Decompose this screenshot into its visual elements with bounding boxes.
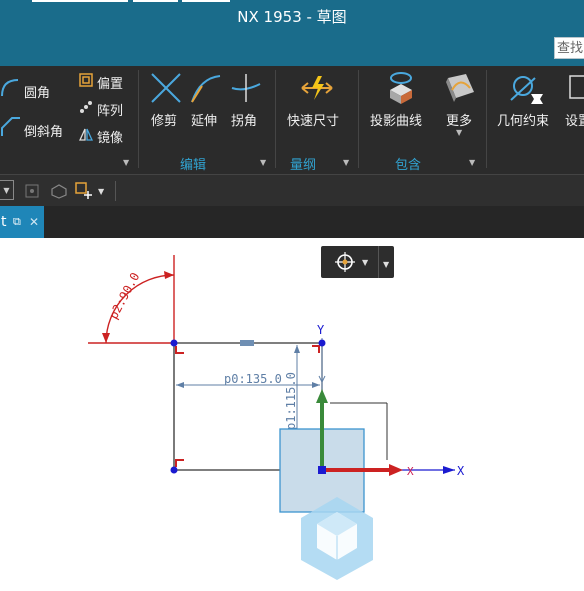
document-tab-bar: t ⧉ ✕	[0, 206, 584, 238]
include-group-dropdown-icon[interactable]: ▼	[469, 158, 475, 167]
snap-dropdown-icon[interactable]: ▼	[362, 258, 368, 267]
window-title: NX 1953 - 草图	[237, 8, 347, 26]
project-curve-icon	[390, 72, 412, 104]
pattern-curve-icon	[80, 101, 92, 113]
quick-access-indicator	[32, 0, 128, 2]
x-axis-secondary-label: X	[407, 465, 414, 478]
select-point-dropdown-icon[interactable]: ▼	[98, 187, 104, 196]
group-divider	[275, 70, 276, 168]
title-bar: NX 1953 - 草图 查找	[0, 0, 584, 66]
snap-point-toolbar[interactable]: ▼ ▼	[321, 246, 394, 278]
pattern-button[interactable]: 阵列	[97, 100, 123, 119]
more-button[interactable]: 更多	[446, 110, 472, 129]
command-search-input[interactable]: 查找	[554, 37, 584, 59]
ribbon: 圆角 倒斜角 偏置 阵列 镜像 ▼ 修剪 延伸 拐角 编辑 ▼ 快速尺寸 量纲 …	[0, 66, 584, 174]
group-divider	[486, 70, 487, 168]
horizontal-dimension-label: p0:135.0	[224, 372, 282, 386]
document-tab[interactable]: t ⧉ ✕	[0, 206, 44, 238]
group-label-edit: 编辑	[180, 158, 207, 173]
chamfer-icon	[1, 117, 20, 136]
dimension-group-dropdown-icon[interactable]: ▼	[343, 158, 349, 167]
selection-toolbar: ▼ ▼	[0, 174, 584, 207]
snap-center-icon[interactable]	[334, 251, 356, 273]
more-commands-icon	[446, 74, 474, 102]
select-body-icon[interactable]	[50, 183, 68, 199]
offset-button[interactable]: 偏置	[97, 73, 123, 92]
group-label-include: 包含	[395, 158, 422, 173]
make-corner-icon	[231, 74, 261, 102]
mirror-curve-icon	[78, 128, 94, 141]
horizontal-dimension[interactable]: p0:135.0	[176, 372, 320, 388]
angular-dimension[interactable]: p2:90.0	[88, 255, 175, 344]
mirror-button[interactable]: 镜像	[97, 127, 123, 146]
angle-dimension-label: p2:90.0	[106, 270, 142, 321]
popout-icon[interactable]: ⧉	[13, 206, 21, 238]
rapid-dimension-button[interactable]: 快速尺寸	[287, 110, 339, 129]
group-divider	[358, 70, 359, 168]
edit-group-dropdown-icon[interactable]: ▼	[260, 158, 266, 167]
filter-dropdown[interactable]: ▼	[0, 180, 14, 200]
trim-icon	[151, 73, 181, 103]
more-dropdown-icon[interactable]: ▼	[456, 128, 462, 137]
quick-access-indicator	[182, 0, 230, 2]
document-tab-label: t	[1, 214, 7, 230]
geometric-constraints-button[interactable]: 几何约束	[497, 110, 549, 129]
sketch-canvas[interactable]: p2:90.0 p0:135.0 p1:115.0 Y X X	[0, 238, 584, 591]
geometric-constraints-icon	[510, 76, 543, 104]
offset-curve-icon	[79, 73, 93, 87]
curve-group-dropdown-icon[interactable]: ▼	[123, 158, 129, 167]
group-divider	[138, 70, 139, 168]
extend-button[interactable]: 延伸	[191, 110, 217, 129]
snap-toolbar-options-icon[interactable]: ▼	[383, 260, 389, 269]
fillet-icon	[1, 79, 19, 97]
make-corner-button[interactable]: 拐角	[231, 110, 257, 129]
extend-icon	[191, 75, 221, 103]
x-axis-label: X	[457, 464, 465, 478]
quick-access-indicator	[133, 0, 178, 2]
settings-button[interactable]: 设置	[565, 110, 584, 129]
group-label-dimension: 量纲	[290, 158, 317, 173]
close-tab-icon[interactable]: ✕	[29, 206, 39, 238]
project-curve-button[interactable]: 投影曲线	[370, 110, 422, 129]
graphics-window[interactable]: p2:90.0 p0:135.0 p1:115.0 Y X X ▼ ▼	[0, 238, 584, 591]
settings-icon	[569, 75, 584, 99]
trim-button[interactable]: 修剪	[151, 110, 177, 129]
chamfer-button[interactable]: 倒斜角	[24, 121, 63, 140]
vertical-dimension-label: p1:115.0	[284, 372, 298, 430]
toolbar-divider	[115, 181, 116, 201]
toolbar-divider	[378, 246, 379, 278]
y-axis-label: Y	[317, 323, 325, 337]
select-point-icon[interactable]	[74, 181, 92, 201]
rapid-dimension-icon	[301, 76, 333, 100]
horizontal-constraint-icon[interactable]	[240, 340, 254, 346]
fillet-button[interactable]: 圆角	[24, 82, 50, 101]
snap-point-icon[interactable]	[24, 183, 40, 199]
